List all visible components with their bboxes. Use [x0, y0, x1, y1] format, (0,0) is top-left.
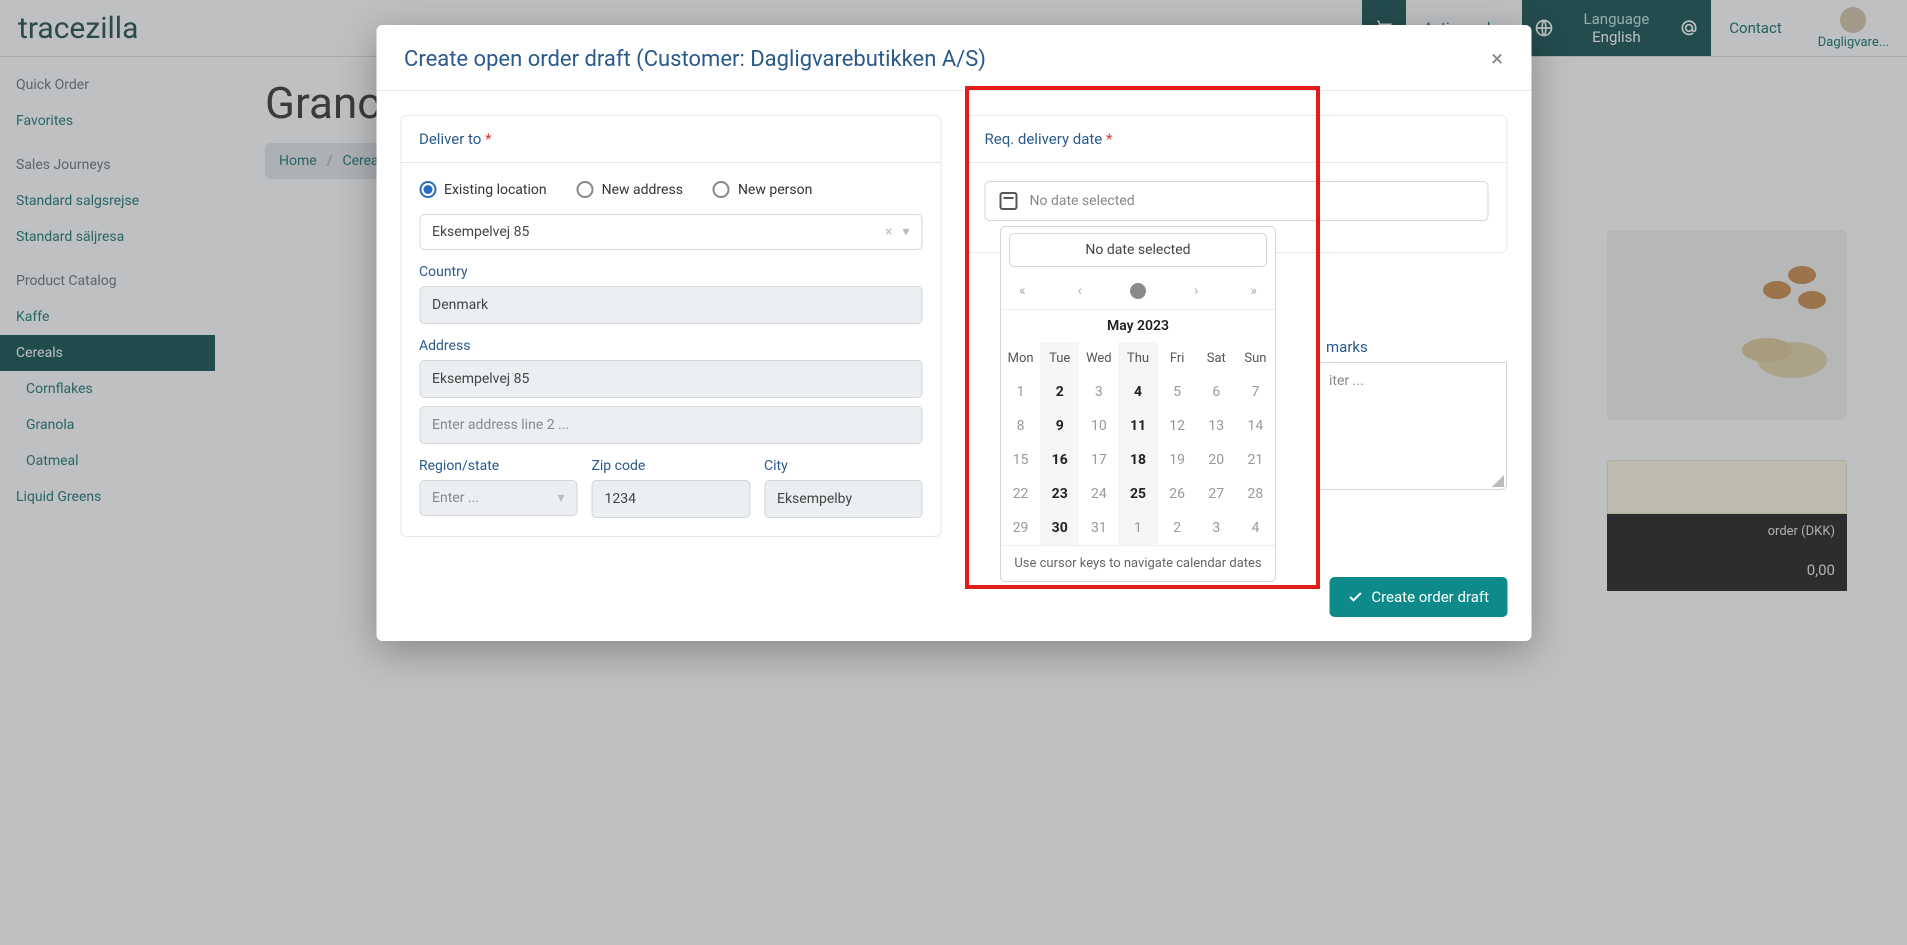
- next-year-icon[interactable]: »: [1246, 279, 1261, 303]
- date-input[interactable]: No date selected: [985, 181, 1489, 221]
- prev-year-icon[interactable]: «: [1015, 279, 1030, 303]
- dow-header: Wed: [1079, 342, 1118, 375]
- region-label: Region/state: [419, 458, 578, 474]
- calendar-day[interactable]: 24: [1079, 477, 1118, 511]
- resize-handle[interactable]: [1492, 475, 1504, 487]
- calendar-day[interactable]: 13: [1197, 409, 1236, 443]
- datepicker-popup: No date selected « ‹ › » May 2023 MonTue…: [1000, 226, 1276, 582]
- clear-icon[interactable]: ×: [885, 224, 892, 240]
- calendar-day[interactable]: 18: [1118, 443, 1157, 477]
- dow-header: Tue: [1040, 342, 1079, 375]
- calendar-day[interactable]: 10: [1079, 409, 1118, 443]
- country-input[interactable]: Denmark: [419, 286, 923, 324]
- close-icon[interactable]: ×: [1491, 47, 1503, 72]
- region-select[interactable]: Enter ... ▾: [419, 480, 578, 516]
- remarks-label: marks: [1326, 338, 1368, 356]
- radio-new-address[interactable]: New address: [577, 181, 683, 198]
- dow-header: Sat: [1197, 342, 1236, 375]
- calendar-day[interactable]: 16: [1040, 443, 1079, 477]
- zip-input[interactable]: 1234: [592, 480, 751, 518]
- city-input[interactable]: Eksempelby: [764, 480, 923, 518]
- remarks-textarea[interactable]: iter ...: [1318, 362, 1507, 490]
- calendar-day[interactable]: 26: [1158, 477, 1197, 511]
- datepicker-grid: MonTueWedThuFriSatSun1234567891011121314…: [1001, 342, 1275, 545]
- calendar-day[interactable]: 3: [1079, 375, 1118, 409]
- chevron-down-icon[interactable]: ▾: [557, 490, 564, 506]
- calendar-day[interactable]: 1: [1118, 511, 1157, 545]
- next-month-icon[interactable]: ›: [1190, 279, 1202, 303]
- radio-new-person[interactable]: New person: [713, 181, 812, 198]
- calendar-day[interactable]: 6: [1197, 375, 1236, 409]
- address-label: Address: [419, 338, 923, 354]
- datepicker-selected: No date selected: [1009, 233, 1267, 267]
- prev-month-icon[interactable]: ‹: [1074, 279, 1086, 303]
- calendar-day[interactable]: 19: [1158, 443, 1197, 477]
- calendar-day[interactable]: 30: [1040, 511, 1079, 545]
- calendar-day[interactable]: 8: [1001, 409, 1040, 443]
- calendar-day[interactable]: 29: [1001, 511, 1040, 545]
- calendar-day[interactable]: 11: [1118, 409, 1157, 443]
- panel-deliver-to: Deliver to * Existing location New addre…: [400, 115, 942, 537]
- calendar-day[interactable]: 15: [1001, 443, 1040, 477]
- chevron-down-icon[interactable]: ▾: [902, 224, 909, 240]
- dow-header: Thu: [1118, 342, 1157, 375]
- address1-input[interactable]: Eksempelvej 85: [419, 360, 923, 398]
- city-label: City: [764, 458, 923, 474]
- dow-header: Mon: [1001, 342, 1040, 375]
- calendar-day[interactable]: 23: [1040, 477, 1079, 511]
- calendar-day[interactable]: 17: [1079, 443, 1118, 477]
- today-button[interactable]: [1130, 283, 1146, 299]
- calendar-day[interactable]: 3: [1197, 511, 1236, 545]
- zip-label: Zip code: [592, 458, 751, 474]
- calendar-day[interactable]: 12: [1158, 409, 1197, 443]
- calendar-day[interactable]: 7: [1236, 375, 1275, 409]
- create-order-draft-button[interactable]: Create order draft: [1329, 577, 1507, 617]
- location-select[interactable]: Eksempelvej 85 ×▾: [419, 214, 923, 250]
- calendar-day[interactable]: 25: [1118, 477, 1157, 511]
- calendar-day[interactable]: 4: [1118, 375, 1157, 409]
- calendar-day[interactable]: 1: [1001, 375, 1040, 409]
- dow-header: Fri: [1158, 342, 1197, 375]
- calendar-day[interactable]: 4: [1236, 511, 1275, 545]
- datepicker-month: May 2023: [1001, 309, 1275, 342]
- calendar-day[interactable]: 31: [1079, 511, 1118, 545]
- calendar-day[interactable]: 28: [1236, 477, 1275, 511]
- radio-existing-location[interactable]: Existing location: [419, 181, 547, 198]
- calendar-day[interactable]: 20: [1197, 443, 1236, 477]
- address2-input[interactable]: Enter address line 2 ...: [419, 406, 923, 444]
- calendar-day[interactable]: 14: [1236, 409, 1275, 443]
- calendar-day[interactable]: 5: [1158, 375, 1197, 409]
- modal-title: Create open order draft (Customer: Dagli…: [404, 47, 986, 72]
- calendar-day[interactable]: 2: [1158, 511, 1197, 545]
- modal-create-order: Create open order draft (Customer: Dagli…: [376, 25, 1531, 641]
- calendar-day[interactable]: 27: [1197, 477, 1236, 511]
- calendar-day[interactable]: 21: [1236, 443, 1275, 477]
- calendar-icon: [1000, 192, 1018, 210]
- dow-header: Sun: [1236, 342, 1275, 375]
- calendar-day[interactable]: 2: [1040, 375, 1079, 409]
- calendar-day[interactable]: 22: [1001, 477, 1040, 511]
- datepicker-hint: Use cursor keys to navigate calendar dat…: [1001, 545, 1275, 581]
- calendar-day[interactable]: 9: [1040, 409, 1079, 443]
- country-label: Country: [419, 264, 923, 280]
